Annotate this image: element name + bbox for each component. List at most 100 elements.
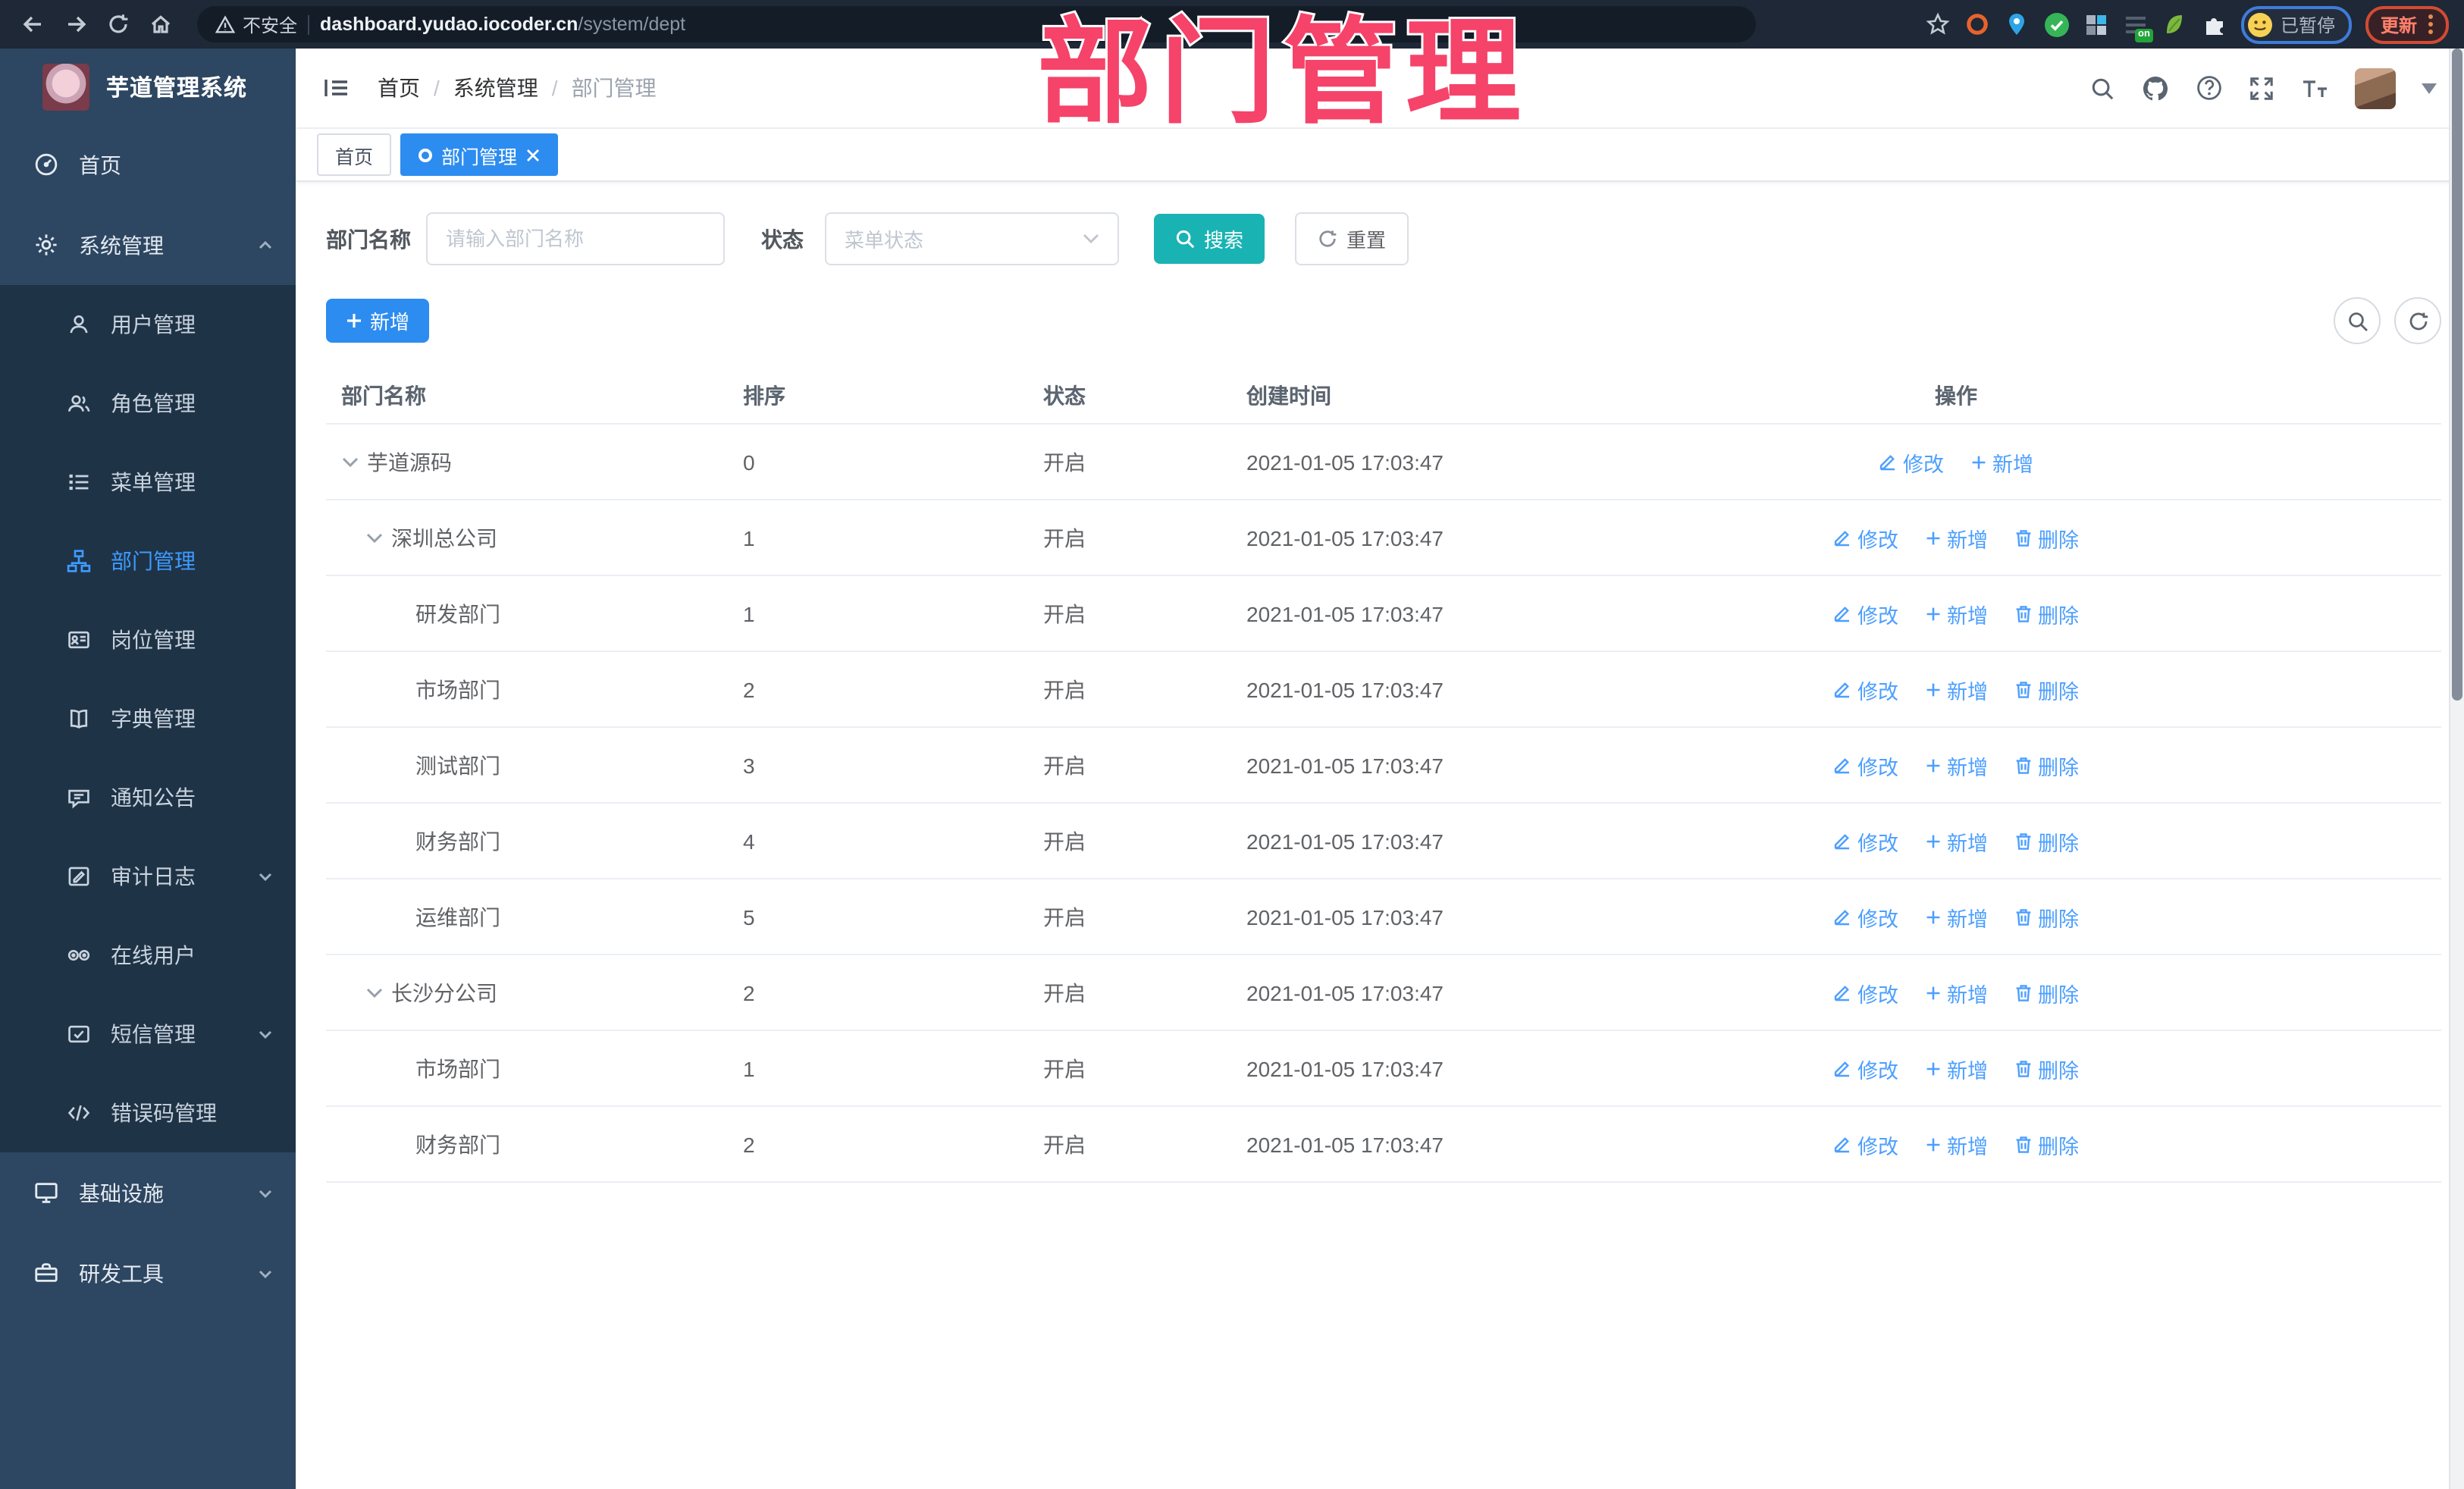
trash-icon: [2016, 605, 2031, 622]
edit-link[interactable]: 修改: [1833, 598, 1898, 629]
sidebar-item-notice-announcement[interactable]: 通知公告: [0, 758, 296, 837]
add-link[interactable]: 新增: [1926, 826, 1988, 856]
delete-link[interactable]: 删除: [2015, 598, 2079, 629]
add-link[interactable]: 新增: [1926, 522, 1988, 553]
kebab-menu-icon[interactable]: [2428, 14, 2434, 35]
sidebar-item-post-management[interactable]: 岗位管理: [0, 600, 296, 679]
expand-arrow-icon[interactable]: [341, 456, 359, 468]
breadcrumb-home[interactable]: 首页: [378, 73, 420, 103]
sidebar-item-role-management[interactable]: 角色管理: [0, 364, 296, 443]
sidebar-item-error-code-management[interactable]: 错误码管理: [0, 1074, 296, 1152]
edit-link[interactable]: 修改: [1833, 750, 1898, 780]
browser-back-button[interactable]: [15, 6, 52, 42]
sidebar-item-infrastructure[interactable]: 基础设施: [0, 1152, 296, 1233]
sidebar-item-audit-log[interactable]: 审计日志: [0, 837, 296, 916]
add-link[interactable]: 新增: [1926, 674, 1988, 704]
edit-link[interactable]: 修改: [1833, 977, 1898, 1008]
app-logo-row[interactable]: 芋道管理系统: [0, 49, 296, 124]
sidebar-item-online-users[interactable]: 在线用户: [0, 916, 296, 995]
delete-link[interactable]: 删除: [2015, 826, 2079, 856]
edit-icon: [1834, 757, 1849, 773]
breadcrumb-system[interactable]: 系统管理: [453, 73, 538, 103]
profile-paused-badge[interactable]: 已暂停: [2240, 5, 2352, 43]
tab-close-icon[interactable]: [526, 148, 540, 161]
sidebar-item-user-management[interactable]: 用户管理: [0, 285, 296, 364]
delete-link[interactable]: 删除: [2015, 750, 2079, 780]
add-link[interactable]: 新增: [1926, 977, 1988, 1008]
delete-link[interactable]: 删除: [2015, 522, 2079, 553]
edit-link[interactable]: 修改: [1833, 826, 1898, 856]
dept-name-input[interactable]: [426, 212, 725, 265]
bookmark-star-icon[interactable]: [1926, 11, 1951, 37]
search-icon[interactable]: [2089, 75, 2115, 101]
fullscreen-icon[interactable]: [2249, 75, 2274, 101]
edit-link[interactable]: 修改: [1833, 674, 1898, 704]
delete-link[interactable]: 删除: [2015, 1053, 2079, 1083]
delete-link[interactable]: 删除: [2015, 674, 2079, 704]
browser-toolbar-right: on 已暂停 更新: [1926, 5, 2449, 43]
page-scrollbar[interactable]: [2449, 49, 2464, 1489]
announcement-icon: [68, 789, 89, 809]
security-warning[interactable]: 不安全: [215, 11, 297, 37]
browser-address-bar[interactable]: 不安全 dashboard.yudao.iocoder.cn/system/de…: [197, 6, 1756, 42]
table-toolbar: 新增: [296, 265, 2464, 344]
extension-list-on-icon[interactable]: on: [2123, 11, 2153, 42]
sidebar-item-menu-management[interactable]: 菜单管理: [0, 443, 296, 522]
reset-button[interactable]: 重置: [1295, 212, 1409, 265]
extension-puzzle-icon[interactable]: [2202, 11, 2227, 37]
sidebar-item-dev-tools[interactable]: 研发工具: [0, 1233, 296, 1313]
sidebar-item-dict-management[interactable]: 字典管理: [0, 679, 296, 758]
tab-dept-management[interactable]: 部门管理: [400, 133, 559, 176]
extension-green-leaf-icon[interactable]: [2162, 11, 2188, 37]
edit-link[interactable]: 修改: [1833, 522, 1898, 553]
browser-home-button[interactable]: [143, 6, 179, 42]
user-avatar[interactable]: [2355, 67, 2396, 108]
search-icon: [2348, 312, 2367, 331]
add-link[interactable]: 新增: [1926, 1053, 1988, 1083]
help-icon[interactable]: [2196, 74, 2223, 102]
code-icon: [67, 1105, 90, 1121]
extension-grid-icon[interactable]: [2083, 11, 2109, 37]
add-link[interactable]: 新增: [1926, 901, 1988, 932]
browser-update-button[interactable]: 更新: [2365, 5, 2449, 43]
trash-icon: [2016, 757, 2031, 773]
extension-orange-icon[interactable]: [1965, 11, 1991, 37]
back-arrow-icon: [23, 16, 41, 33]
edit-link[interactable]: 修改: [1833, 901, 1898, 932]
edit-link[interactable]: 修改: [1833, 1129, 1898, 1159]
add-link[interactable]: 新增: [1926, 598, 1988, 629]
sidebar-item-system-management[interactable]: 系统管理: [0, 205, 296, 285]
show-search-button[interactable]: [2334, 297, 2381, 344]
browser-forward-button[interactable]: [58, 6, 94, 42]
edit-link[interactable]: 修改: [1833, 1053, 1898, 1083]
tab-home[interactable]: 首页: [317, 133, 392, 176]
scrollbar-thumb[interactable]: [2452, 49, 2462, 701]
active-tab-dot: [419, 148, 433, 161]
expand-arrow-icon[interactable]: [365, 531, 384, 544]
avatar-caret-icon[interactable]: [2422, 83, 2437, 93]
extension-blue-pin-icon[interactable]: [2005, 11, 2030, 37]
sidebar-collapse-button[interactable]: [323, 74, 350, 102]
status-select[interactable]: 菜单状态: [825, 212, 1119, 265]
github-icon[interactable]: [2141, 74, 2170, 102]
reload-icon: [109, 14, 128, 33]
edit-link[interactable]: 修改: [1879, 447, 1944, 477]
browser-reload-button[interactable]: [100, 6, 136, 42]
sidebar-item-dept-management[interactable]: 部门管理: [0, 522, 296, 600]
add-link[interactable]: 新增: [1926, 750, 1988, 780]
sidebar-item-sms-management[interactable]: 短信管理: [0, 995, 296, 1074]
delete-link[interactable]: 删除: [2015, 977, 2079, 1008]
sidebar-item-home[interactable]: 首页: [0, 124, 296, 205]
refresh-table-button[interactable]: [2394, 297, 2441, 344]
plus-icon: [1926, 910, 1940, 923]
add-button[interactable]: 新增: [326, 299, 430, 343]
search-button[interactable]: 搜索: [1154, 214, 1265, 264]
delete-link[interactable]: 删除: [2015, 1129, 2079, 1159]
add-link[interactable]: 新增: [1926, 1129, 1988, 1159]
font-size-icon[interactable]: [2300, 75, 2329, 101]
extension-green-check-icon[interactable]: [2044, 11, 2070, 37]
breadcrumb-current: 部门管理: [571, 76, 657, 100]
expand-arrow-icon[interactable]: [365, 986, 384, 998]
add-link[interactable]: 新增: [1971, 447, 2033, 477]
delete-link[interactable]: 删除: [2015, 901, 2079, 932]
